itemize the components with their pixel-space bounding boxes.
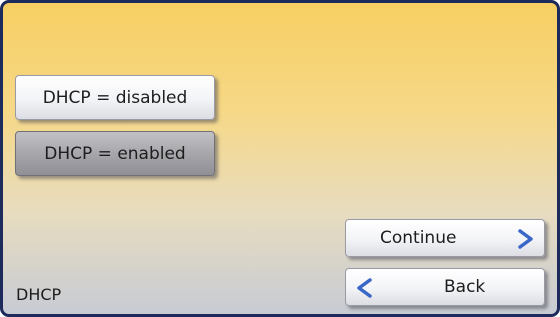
continue-label: Continue: [380, 228, 457, 248]
dhcp-disabled-button[interactable]: DHCP = disabled: [15, 75, 215, 120]
back-button[interactable]: Back: [345, 268, 545, 306]
chevron-left-icon: [357, 278, 372, 298]
back-label: Back: [444, 277, 486, 297]
dhcp-enabled-button[interactable]: DHCP = enabled: [15, 131, 215, 176]
chevron-right-icon: [518, 229, 533, 249]
continue-button[interactable]: Continue: [345, 219, 545, 257]
dhcp-disabled-label: DHCP = disabled: [42, 87, 188, 108]
dhcp-enabled-label: DHCP = enabled: [44, 143, 186, 164]
dhcp-screen: DHCP = disabled DHCP = enabled Continue …: [0, 0, 560, 317]
screen-title: DHCP: [16, 285, 62, 304]
